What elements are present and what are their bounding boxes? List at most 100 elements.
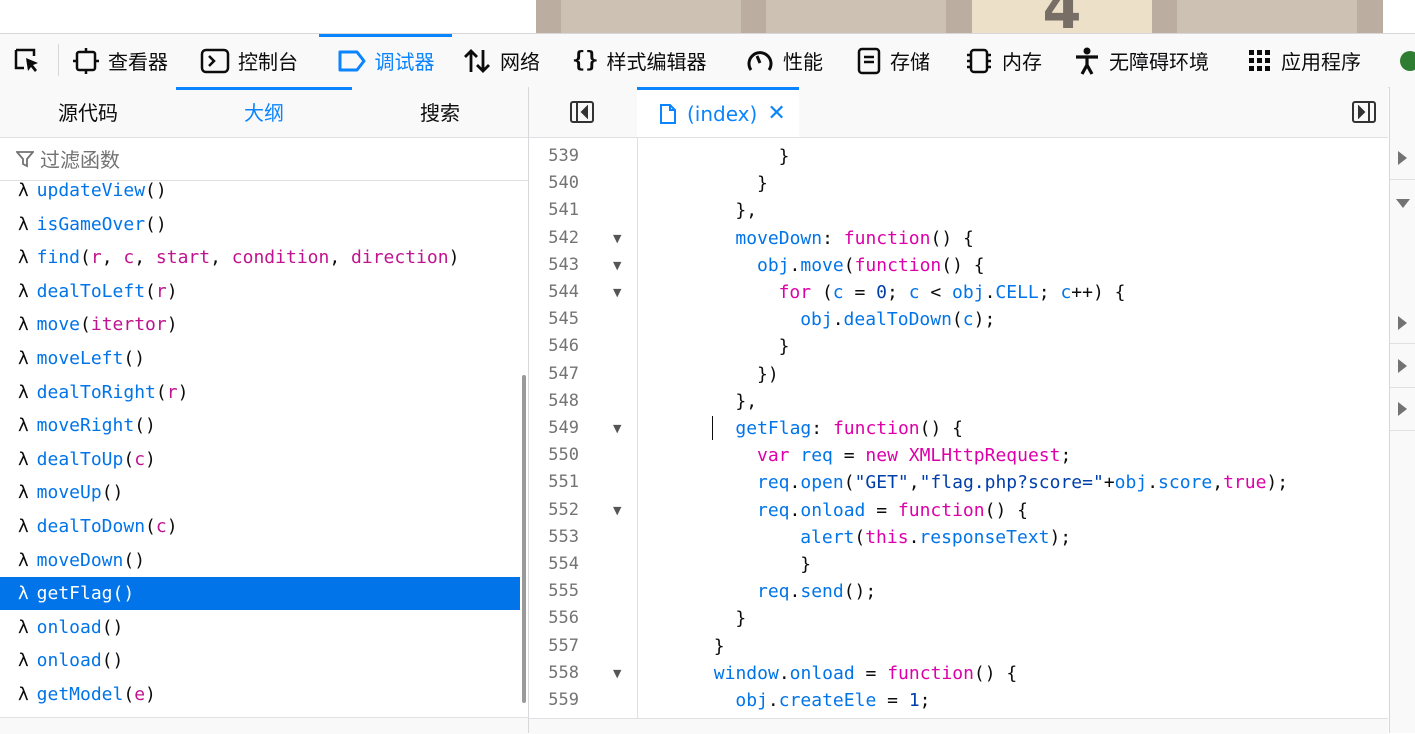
code-line[interactable]: 544 ▼ for (c = 0; c < obj.CELL; c++) { xyxy=(529,279,1388,306)
tab-memory[interactable]: 内存 xyxy=(964,34,1042,87)
tab-debugger[interactable]: 调试器 xyxy=(319,34,452,87)
line-number[interactable]: 554 xyxy=(529,551,579,578)
code-line[interactable]: 543 ▼ obj.move(function() { xyxy=(529,252,1388,279)
outline-item[interactable]: λ isGameOver() xyxy=(0,208,520,241)
code-line[interactable]: 556} xyxy=(529,605,1388,632)
outline-item[interactable]: λ onload() xyxy=(0,644,520,677)
tab-application[interactable]: 应用程序 xyxy=(1247,34,1361,87)
outline-item[interactable]: λ updateView() xyxy=(0,180,520,207)
game-tile xyxy=(1177,0,1357,33)
fold-toggle-icon[interactable]: ▼ xyxy=(613,415,621,442)
line-number[interactable]: 555 xyxy=(529,578,579,605)
code-line[interactable]: 554} xyxy=(529,551,1388,578)
line-number[interactable]: 559 xyxy=(529,687,579,714)
tab-network[interactable]: 网络 xyxy=(462,34,540,87)
line-number[interactable]: 542 xyxy=(529,225,579,252)
line-number[interactable]: 540 xyxy=(529,170,579,197)
outline-item[interactable]: λ move(itertor) xyxy=(0,308,520,341)
code-line[interactable]: 542 ▼ moveDown: function() { xyxy=(529,225,1388,252)
tab-performance[interactable]: 性能 xyxy=(745,34,823,87)
line-number[interactable]: 553 xyxy=(529,524,579,551)
code-line[interactable]: 551 req.open("GET","flag.php?score="+obj.… xyxy=(529,469,1388,496)
outline-item[interactable]: λ find(r, c, start, condition, direction) xyxy=(0,241,520,274)
expand-arrow-icon[interactable] xyxy=(1398,359,1407,373)
code-line[interactable]: 555 req.send(); xyxy=(529,578,1388,605)
line-number[interactable]: 546 xyxy=(529,333,579,360)
tab-inspector[interactable]: 查看器 xyxy=(72,34,168,87)
fold-toggle-icon[interactable]: ▼ xyxy=(613,279,621,306)
close-tab-icon[interactable]: ✕ xyxy=(767,101,785,126)
code-editor[interactable]: 539} 540} 541}, 542 ▼ moveDown: function() {5… xyxy=(529,138,1388,718)
code-text: } xyxy=(757,173,768,195)
expand-arrow-icon[interactable] xyxy=(1398,402,1407,416)
line-number[interactable]: 552 xyxy=(529,497,579,524)
line-number[interactable]: 556 xyxy=(529,605,579,632)
filter-functions-input[interactable] xyxy=(38,144,512,176)
tab-accessibility[interactable]: 无障碍环境 xyxy=(1073,34,1209,87)
source-tab-index[interactable]: (index) ✕ xyxy=(637,87,799,137)
fold-toggle-icon[interactable]: ▼ xyxy=(613,660,621,687)
line-number[interactable]: 544 xyxy=(529,279,579,306)
fold-toggle-icon[interactable]: ▼ xyxy=(613,497,621,524)
outline-param: e xyxy=(134,684,146,705)
code-line[interactable]: 546} xyxy=(529,333,1388,360)
code-line[interactable]: 558 ▼ window.onload = function() { xyxy=(529,660,1388,687)
outline-item[interactable]: λ getFlag() xyxy=(0,577,520,611)
tab-style-editor[interactable]: {} 样式编辑器 xyxy=(572,34,707,87)
code-line[interactable]: 547}) xyxy=(529,361,1388,388)
tab-storage[interactable]: 存储 xyxy=(856,34,930,87)
code-line[interactable]: 541}, xyxy=(529,197,1388,224)
outline-item[interactable]: λ getModel(e) xyxy=(0,678,520,711)
outline-item[interactable]: λ dealToDown(c) xyxy=(0,510,520,543)
line-number[interactable]: 548 xyxy=(529,388,579,415)
expand-arrow-icon[interactable] xyxy=(1398,316,1407,330)
code-line[interactable]: 557} xyxy=(529,633,1388,660)
expand-arrow-icon[interactable] xyxy=(1398,151,1407,165)
tab-network-label: 网络 xyxy=(500,50,540,74)
tab-outline[interactable]: 大纲 xyxy=(176,87,352,137)
code-line[interactable]: 559 obj.createEle = 1; xyxy=(529,687,1388,714)
line-number[interactable]: 543 xyxy=(529,252,579,279)
fold-toggle-icon[interactable]: ▼ xyxy=(613,252,621,279)
toggle-sources-pane-icon[interactable] xyxy=(569,100,595,124)
outline-item[interactable]: λ moveLeft() xyxy=(0,342,520,375)
outline-item[interactable]: λ moveDown() xyxy=(0,544,520,577)
line-number[interactable]: 545 xyxy=(529,306,579,333)
outline-item[interactable]: λ moveUp() xyxy=(0,476,520,509)
tab-console[interactable]: 控制台 xyxy=(200,34,298,87)
outline-item[interactable]: λ onload() xyxy=(0,611,520,644)
line-number[interactable]: 551 xyxy=(529,469,579,496)
code-line[interactable]: 550 var req = new XMLHttpRequest; xyxy=(529,442,1388,469)
line-number[interactable]: 558 xyxy=(529,660,579,687)
line-number[interactable]: 547 xyxy=(529,361,579,388)
element-picker-button[interactable] xyxy=(12,34,42,87)
code-line[interactable]: 553 alert(this.responseText); xyxy=(529,524,1388,551)
code-line[interactable]: 552 ▼ req.onload = function() { xyxy=(529,497,1388,524)
extension-icon xyxy=(1400,50,1415,71)
outline-item[interactable]: λ dealToUp(c) xyxy=(0,443,520,476)
outline-scrollbar[interactable] xyxy=(522,375,526,703)
extension-button[interactable] xyxy=(1396,34,1415,87)
line-number[interactable]: 557 xyxy=(529,633,579,660)
line-number[interactable]: 550 xyxy=(529,442,579,469)
outline-item[interactable]: λ moveRight() xyxy=(0,409,520,442)
toggle-debugger-pane-icon[interactable] xyxy=(1351,100,1377,124)
tab-search[interactable]: 搜索 xyxy=(352,87,528,137)
debugger-icon xyxy=(338,50,365,71)
code-line[interactable]: 545 obj.dealToDown(c); xyxy=(529,306,1388,333)
collapse-arrow-icon[interactable] xyxy=(1396,199,1410,208)
line-number[interactable]: 541 xyxy=(529,197,579,224)
game-tile xyxy=(766,0,946,33)
code-line[interactable]: 548}, xyxy=(529,388,1388,415)
line-number[interactable]: 539 xyxy=(529,143,579,170)
debugger-side-panel xyxy=(1389,87,1415,733)
code-line[interactable]: 549 ▼ getFlag: function() { xyxy=(529,415,1388,442)
line-number[interactable]: 549 xyxy=(529,415,579,442)
tab-sources[interactable]: 源代码 xyxy=(0,87,176,137)
outline-item[interactable]: λ dealToRight(r) xyxy=(0,376,520,409)
code-line[interactable]: 539} xyxy=(529,143,1388,170)
code-line[interactable]: 540} xyxy=(529,170,1388,197)
outline-item[interactable]: λ dealToLeft(r) xyxy=(0,275,520,308)
fold-toggle-icon[interactable]: ▼ xyxy=(613,225,621,252)
outline-function-name: move xyxy=(36,314,81,336)
